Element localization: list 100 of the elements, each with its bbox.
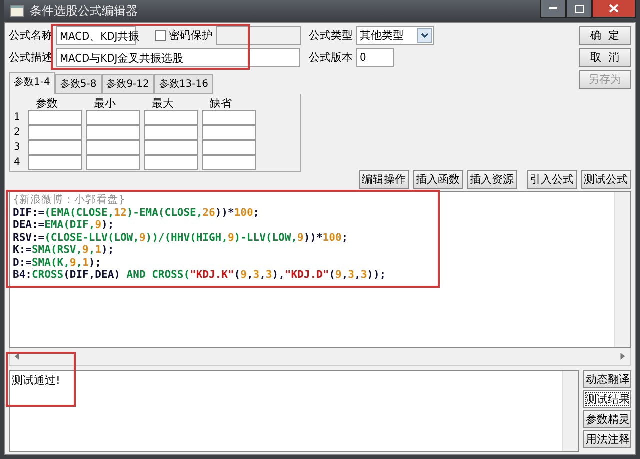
- code-token: CROSS: [32, 269, 64, 281]
- maximize-icon: [574, 4, 584, 12]
- row-number: 3: [14, 141, 22, 155]
- param-input[interactable]: [86, 155, 140, 170]
- param-input[interactable]: [202, 110, 256, 125]
- toolbar-button[interactable]: 插入函数: [413, 170, 463, 189]
- formula-version-field[interactable]: 0: [356, 48, 394, 67]
- close-icon: [609, 4, 619, 13]
- code-token: 26: [202, 206, 216, 218]
- param-input[interactable]: [28, 155, 82, 170]
- code-token: 3: [253, 269, 260, 281]
- scrollbar[interactable]: [562, 371, 578, 451]
- formula-version-label: 公式版本: [309, 50, 353, 65]
- param-input[interactable]: [28, 125, 82, 140]
- param-input[interactable]: [86, 110, 140, 125]
- param-input[interactable]: [86, 140, 140, 155]
- code-token: ))/(HHV(HIGH,: [146, 232, 228, 244]
- param-input[interactable]: [144, 110, 198, 125]
- toolbar-button[interactable]: 测试公式: [581, 170, 631, 189]
- code-token: 3: [360, 269, 368, 281]
- code-token: ),: [272, 269, 285, 281]
- code-token: "KDJ.D": [284, 269, 330, 281]
- window-icon: [10, 5, 24, 17]
- param-input[interactable]: [144, 140, 198, 155]
- formula-type-label: 公式类型: [309, 28, 353, 43]
- code-editor[interactable]: [9, 191, 631, 348]
- code-token: 9: [240, 269, 247, 281]
- column-header: 缺省: [209, 96, 233, 110]
- code-token: )-EMA(CLOSE,: [126, 206, 203, 218]
- code-token: {新浪微博：小郭看盘}: [13, 194, 126, 206]
- scrollbar[interactable]: [614, 192, 630, 347]
- code-token: 3: [266, 269, 272, 281]
- code-token: ))*: [215, 206, 234, 218]
- code-token: ,: [88, 244, 96, 256]
- maximize-button[interactable]: [566, 0, 592, 18]
- code-token: 1: [82, 256, 89, 268]
- side-button[interactable]: 动态翻译: [583, 370, 631, 388]
- code-token: AND CROSS(: [126, 269, 190, 281]
- code-token: (DIF,DEA): [64, 269, 122, 281]
- dialog-button[interactable]: 取 消: [579, 48, 631, 67]
- code-token: SMA(K,: [32, 256, 70, 268]
- code-token: );: [102, 244, 114, 256]
- password-label: 密码保护: [168, 28, 213, 43]
- param-input[interactable]: [28, 140, 82, 155]
- param-input[interactable]: [202, 155, 256, 170]
- column-header: 最小: [93, 96, 117, 110]
- highlight-frame: [6, 352, 76, 407]
- param-input[interactable]: [144, 155, 198, 170]
- param-input[interactable]: [28, 110, 82, 125]
- code-token: 9: [95, 219, 102, 231]
- code-token: ))*: [304, 232, 323, 244]
- code-token: 3: [348, 269, 354, 281]
- output-text: 测试通过!: [12, 373, 60, 388]
- formula-desc-field[interactable]: MACD与KDJ金叉共振选股: [56, 48, 300, 67]
- param-tab[interactable]: 参数1-4: [9, 72, 56, 94]
- code-token: B4:: [13, 269, 32, 281]
- scroll-right-icon[interactable]: [619, 353, 626, 360]
- code-token: D:=: [13, 256, 32, 268]
- code-token: (: [234, 269, 241, 281]
- password-field[interactable]: [216, 26, 301, 45]
- horizontal-scrollbar[interactable]: [9, 348, 631, 366]
- window-title: 条件选股公式编辑器: [30, 2, 138, 20]
- code-token: (EMA(CLOSE,: [44, 206, 114, 218]
- param-tab[interactable]: 参数13-16: [154, 74, 214, 94]
- toolbar-button[interactable]: 引入公式: [527, 170, 577, 189]
- side-button[interactable]: 用法注释: [583, 430, 631, 448]
- minimize-button[interactable]: [540, 0, 566, 18]
- side-button[interactable]: 测试结果: [583, 390, 631, 408]
- code-token: SMA(RSV,: [32, 244, 83, 256]
- toolbar-button[interactable]: 插入资源: [467, 170, 517, 189]
- toolbar-button[interactable]: 编辑操作: [359, 170, 409, 189]
- code-token: ,: [246, 269, 254, 281]
- code-token: 100: [322, 232, 342, 244]
- code-token: );: [88, 256, 102, 268]
- code-token: ,: [342, 269, 348, 281]
- side-button[interactable]: 参数精灵: [583, 410, 631, 428]
- param-input[interactable]: [202, 125, 256, 140]
- code-token: 9: [139, 232, 146, 244]
- code-token: ;: [253, 206, 260, 218]
- code-token: 100: [234, 206, 254, 218]
- password-checkbox[interactable]: [155, 30, 166, 41]
- code-token: ,: [260, 269, 266, 281]
- code-token: 12: [114, 206, 127, 218]
- code-token: 9: [70, 256, 76, 268]
- formula-type-dropdown[interactable]: 其他类型: [356, 26, 434, 45]
- code-token: )-LLV(LOW,: [234, 232, 298, 244]
- code-token: RSV:=: [13, 232, 45, 244]
- chevron-down-icon: [417, 28, 432, 43]
- param-tab[interactable]: 参数9-12: [102, 74, 154, 94]
- param-input[interactable]: [144, 125, 198, 140]
- param-input[interactable]: [86, 125, 140, 140]
- param-input[interactable]: [202, 140, 256, 155]
- dialog-button[interactable]: 确 定: [579, 26, 631, 45]
- minimize-icon: [549, 7, 557, 10]
- param-tab[interactable]: 参数5-8: [55, 74, 102, 94]
- close-button[interactable]: [592, 0, 636, 18]
- code-token: K:=: [13, 244, 32, 256]
- code-token: DEA:=: [13, 219, 45, 231]
- row-number: 1: [14, 111, 22, 125]
- scroll-left-icon[interactable]: [14, 353, 21, 360]
